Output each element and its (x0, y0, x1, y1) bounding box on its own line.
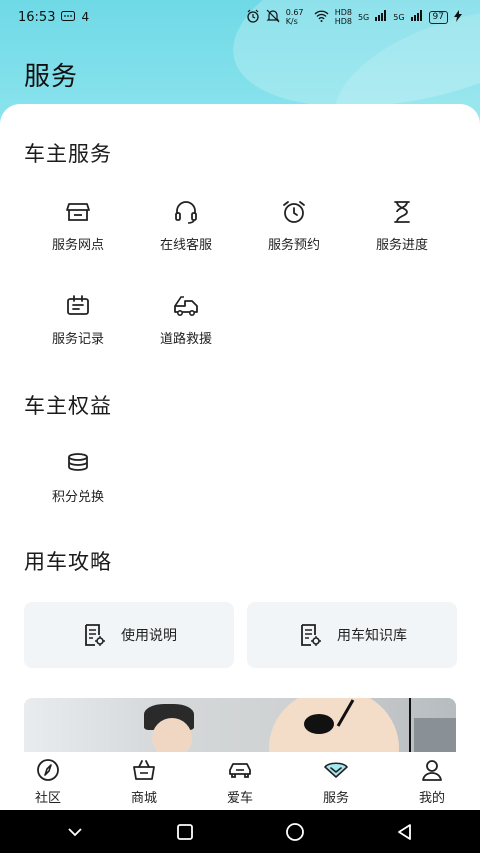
guide-card-label: 用车知识库 (337, 628, 407, 644)
service-item-outlets[interactable]: 服务网点 (24, 198, 132, 253)
charging-icon (454, 9, 462, 25)
tab-community[interactable]: 社区 (0, 752, 96, 810)
service-item-progress[interactable]: 服务进度 (348, 198, 456, 253)
signal-icon (375, 10, 387, 24)
coins-icon (68, 453, 88, 471)
tow-truck-icon (174, 296, 198, 316)
page-title: 服务 (24, 62, 79, 92)
person-icon (422, 759, 442, 781)
benefit-item-points-exchange[interactable]: 积分兑换 (24, 450, 132, 505)
guide-card-instructions[interactable]: 使用说明 (24, 602, 234, 668)
tab-label: 商城 (130, 790, 157, 806)
hd-label-2: HD8 (334, 17, 352, 26)
bottom-tab-bar: 社区 商城 爱车 服务 我的 (0, 752, 480, 810)
doc-gear-icon (301, 624, 321, 646)
tab-label: 爱车 (226, 790, 253, 806)
guide-card-label: 使用说明 (121, 628, 177, 644)
store-icon (66, 203, 90, 221)
wifi-icon (314, 10, 329, 25)
doc-gear-icon (85, 624, 105, 646)
alarm-icon (246, 9, 260, 26)
signal-label-1: 5G (357, 12, 370, 22)
service-item-records[interactable]: 服务记录 (24, 292, 132, 347)
section-title-owner-services: 车主服务 (24, 142, 112, 166)
tab-label: 服务 (322, 790, 349, 806)
service-item-label: 服务进度 (375, 238, 428, 253)
message-count: 4 (81, 10, 90, 24)
headset-icon (175, 201, 197, 224)
system-navigation-bar (0, 810, 480, 853)
record-icon (67, 295, 89, 315)
tab-services[interactable]: 服务 (288, 752, 384, 810)
battery-level: 97 (428, 10, 448, 24)
service-item-online-support[interactable]: 在线客服 (132, 198, 240, 253)
mute-icon (266, 9, 280, 26)
car-icon (229, 762, 251, 778)
signal-icon-2 (410, 10, 423, 24)
service-item-label: 服务网点 (51, 238, 104, 253)
service-item-roadside-assistance[interactable]: 道路救援 (132, 292, 240, 347)
tab-mall[interactable]: 商城 (96, 752, 192, 810)
section-title-car-guide: 用车攻略 (24, 550, 112, 574)
back-icon[interactable] (385, 817, 425, 847)
benefit-item-label: 积分兑换 (51, 490, 104, 505)
tab-label: 社区 (34, 790, 61, 806)
content-panel: 车主服务 服务网点 在线客服 服务预约 服务进度 服务记录 道路救援 车主权益 … (0, 104, 480, 752)
guide-card-knowledge-base[interactable]: 用车知识库 (247, 602, 457, 668)
status-bar: 16:53 4 0.67 K/s HD8 HD8 5G 5G 97 (0, 0, 480, 34)
promo-banner-image[interactable] (24, 698, 456, 752)
tab-label: 我的 (418, 790, 445, 806)
hd-label-1: HD8 (334, 8, 352, 17)
status-time: 16:53 (18, 9, 56, 25)
service-item-label: 道路救援 (159, 332, 212, 347)
compass-icon (37, 758, 59, 781)
chevron-down-icon[interactable] (55, 817, 95, 847)
tab-my-car[interactable]: 爱车 (192, 752, 288, 810)
tab-profile[interactable]: 我的 (384, 752, 480, 810)
service-item-label: 在线客服 (159, 238, 212, 253)
net-speed: 0.67 K/s (285, 8, 304, 26)
section-title-owner-benefits: 车主权益 (24, 394, 112, 418)
home-icon[interactable] (275, 817, 315, 847)
hourglass-icon (394, 201, 410, 223)
basket-icon (133, 759, 155, 780)
service-item-label: 服务记录 (51, 332, 104, 347)
recent-apps-icon[interactable] (165, 817, 205, 847)
service-item-label: 服务预约 (267, 238, 320, 253)
message-icon (61, 11, 76, 23)
signal-label-2: 5G (393, 12, 405, 22)
service-icon (324, 761, 348, 778)
service-item-appointment[interactable]: 服务预约 (240, 198, 348, 253)
alarm-clock-icon (283, 201, 305, 223)
